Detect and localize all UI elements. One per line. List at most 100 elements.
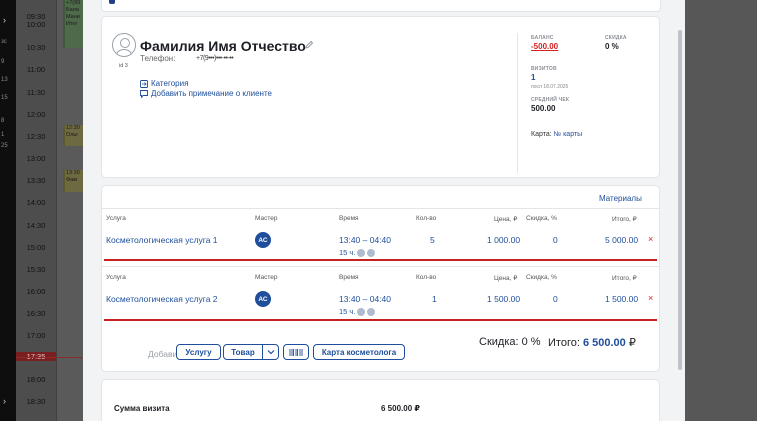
client-name: Фамилия Имя Отчество [140, 38, 306, 54]
divider [102, 208, 659, 209]
time-label: 18:30 [26, 397, 46, 406]
remove-icon[interactable]: × [648, 293, 653, 303]
visit-sum-value: 6 500.00 ₽ [381, 404, 420, 413]
left-rail: › зс 9 13 15 8 1 25 › [0, 0, 16, 421]
appointment-line: 13:30 [66, 170, 80, 176]
chevron-right-icon[interactable]: › [3, 15, 6, 25]
add-product-button[interactable]: Товар [223, 344, 263, 360]
header-master: Мастер [255, 215, 278, 222]
total-currency: ₽ [628, 337, 636, 349]
service-price[interactable]: 1 000.00 [487, 235, 520, 245]
appointment-line: 12:30 [66, 125, 80, 131]
edit-pencil-icon[interactable] [304, 40, 314, 50]
visit-sum-label: Сумма визита [114, 404, 170, 413]
service-qty[interactable]: 5 [430, 235, 435, 245]
card-label: Карта: [531, 131, 552, 138]
header-price: Цена, ₽ [494, 275, 518, 282]
category-icon [140, 79, 148, 88]
header-total: Итого, ₽ [612, 216, 637, 223]
barcode-icon [289, 348, 303, 356]
rail-number: 25 [1, 143, 8, 149]
time-label: 14:00 [26, 198, 46, 207]
appointment-line: Фам [66, 177, 78, 183]
appointment-block[interactable]: 13:30 Фам [63, 170, 84, 192]
time-label: 10:30 [26, 43, 46, 52]
plus-circle-icon[interactable] [367, 307, 376, 316]
appointment-block[interactable]: +7(99 Бала Мани Итог [63, 0, 84, 48]
client-card: id 3 Фамилия Имя Отчество Телефон: +7(9•… [101, 16, 660, 178]
rail-number: 1 [1, 132, 5, 138]
appointment-line: +7(99 [66, 0, 81, 6]
plus-circle-icon[interactable] [367, 248, 376, 257]
time-label: 13:00 [26, 154, 46, 163]
service-discount[interactable]: 0 [553, 294, 558, 304]
phone-value: +7(9•••)•••-••-•• [196, 55, 234, 62]
rail-number: 8 [1, 118, 5, 124]
discount-value: 0 % [605, 42, 619, 51]
remove-icon[interactable]: × [648, 234, 653, 244]
last-visit: посл 18.07.2025 [531, 84, 569, 90]
duration-text: 15 ч. [339, 307, 356, 316]
chevron-down-icon [267, 350, 274, 355]
row-divider-red [104, 259, 657, 261]
card-number-link[interactable]: № карты [554, 131, 583, 138]
cosmetologist-card-button[interactable]: Карта косметолога [313, 344, 405, 360]
appointment-block[interactable]: 12:30 Ольг [63, 125, 84, 146]
service-name-link[interactable]: Косметологическая услуга 2 [106, 294, 218, 304]
card-row: Карта: № карты [531, 131, 582, 138]
phone-label: Телефон: [140, 54, 176, 63]
header-qty: Кол-во [416, 274, 437, 281]
master-avatar[interactable]: АС [255, 232, 271, 248]
add-note-link[interactable]: Добавить примечание о клиенте [140, 89, 272, 98]
current-time-line [16, 357, 82, 358]
master-avatar[interactable]: АС [255, 291, 271, 307]
balance-value[interactable]: -500.00 [531, 42, 558, 51]
time-label: 17:00 [26, 331, 46, 340]
rail-number: 15 [1, 95, 8, 101]
time-label: 13:30 [26, 176, 46, 185]
barcode-button[interactable] [283, 344, 309, 360]
avg-check-label: СРЕДНИЙ ЧЕК [531, 97, 570, 103]
time-label: 16:30 [26, 309, 46, 318]
materials-link[interactable]: Материалы [599, 194, 642, 203]
rail-number: 9 [1, 59, 5, 65]
modal-scrollbar[interactable] [678, 30, 682, 370]
service-total: 5 000.00 [605, 235, 639, 245]
discount-summary-value: 0 % [521, 336, 541, 348]
divider [102, 266, 659, 267]
header-qty: Кол-во [416, 215, 437, 222]
visits-label: ВИЗИТОВ [531, 66, 557, 72]
time-label: 11:30 [26, 88, 46, 97]
add-note-label: Добавить примечание о клиенте [151, 89, 272, 98]
top-indicator [109, 0, 115, 4]
product-dropdown-button[interactable] [262, 344, 279, 360]
service-price[interactable]: 1 500.00 [487, 294, 520, 304]
total-label: Итого: [548, 337, 580, 349]
minus-circle-icon[interactable] [357, 248, 366, 257]
add-service-button[interactable]: Услугу [176, 344, 221, 360]
rail-number: 13 [1, 77, 8, 83]
user-avatar-icon [112, 33, 136, 57]
service-time[interactable]: 13:40 – 04:40 [339, 235, 391, 245]
category-link[interactable]: Категория [140, 79, 188, 88]
service-duration: 15 ч. [339, 248, 376, 257]
visits-value[interactable]: 1 [531, 73, 535, 82]
minus-circle-icon[interactable] [357, 307, 366, 316]
service-qty[interactable]: 1 [432, 294, 437, 304]
calendar-right-area [685, 0, 757, 421]
service-discount[interactable]: 0 [553, 235, 558, 245]
service-time[interactable]: 13:40 – 04:40 [339, 294, 391, 304]
service-name-link[interactable]: Косметологическая услуга 1 [106, 235, 218, 245]
modal-top-strip [101, 0, 661, 12]
chevron-right-icon[interactable]: › [3, 396, 6, 406]
header-master: Мастер [255, 274, 278, 281]
service-duration: 15 ч. [339, 307, 376, 316]
balance-label: БАЛАНС [531, 35, 554, 41]
time-label: 18:00 [26, 375, 46, 384]
client-id: id 3 [119, 63, 128, 69]
header-discount: Скидка, % [526, 274, 557, 281]
time-label: 14:30 [26, 221, 46, 230]
discount-summary-label: Скидка: [479, 336, 519, 348]
services-card: Материалы Услуга Мастер Время Кол-во Цен… [101, 185, 660, 372]
summary-card: Сумма визита 6 500.00 ₽ [101, 379, 660, 421]
